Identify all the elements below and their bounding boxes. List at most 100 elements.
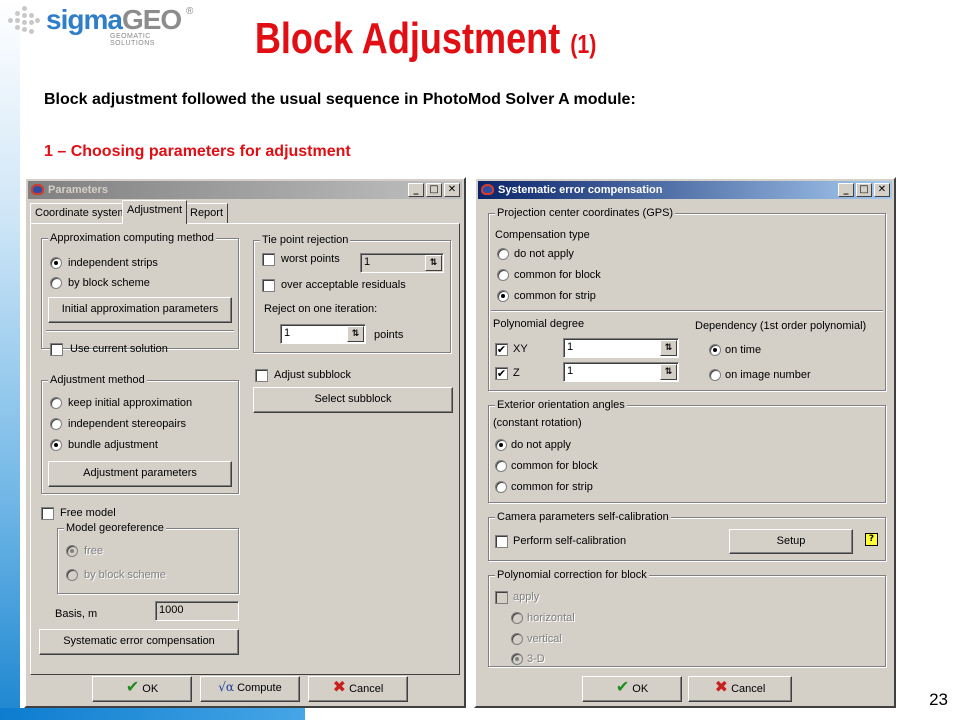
radio-on-time[interactable] — [709, 344, 721, 356]
radio-3d[interactable] — [511, 653, 523, 665]
adjustment-method-group: Adjustment method keep initial approxima… — [41, 374, 239, 494]
label-georef-free: free — [84, 545, 103, 557]
radio-by-block-scheme[interactable] — [50, 277, 62, 289]
cancel-button[interactable]: ✖ Cancel — [308, 676, 408, 702]
group-title: Model georeference — [64, 522, 166, 534]
radio-horizontal[interactable] — [511, 612, 523, 624]
minimize-button[interactable]: _ — [408, 183, 424, 197]
tie-point-rejection-group: Tie point rejection worst points ⇅ over … — [253, 234, 451, 353]
polynomial-correction-group: Polynomial correction for block apply ho… — [488, 569, 886, 667]
basis-input[interactable] — [159, 604, 209, 616]
maximize-button[interactable]: □ — [426, 183, 442, 197]
parameters-dialog: Parameters _ □ ✕ Coordinate system Adjus… — [24, 177, 466, 708]
radio-independent-strips[interactable] — [50, 257, 62, 269]
reject-iteration-field[interactable]: ⇅ — [280, 324, 366, 344]
label-3d: 3-D — [527, 653, 545, 665]
label-compensation-type: Compensation type — [495, 229, 590, 241]
checkmark-icon: ✔ — [125, 677, 140, 696]
model-georeference-group: Model georeference free by block scheme — [57, 522, 239, 594]
tab-report[interactable]: Report — [185, 203, 229, 223]
checkbox-apply[interactable] — [495, 591, 508, 604]
group-title: Adjustment method — [48, 374, 147, 386]
adjustment-parameters-button[interactable]: Adjustment parameters — [48, 461, 232, 487]
bottom-blue-band — [0, 708, 305, 720]
cancel-x-icon: ✖ — [714, 677, 729, 696]
maximize-button[interactable]: □ — [856, 183, 872, 197]
label-polynomial-degree: Polynomial degree — [493, 318, 585, 330]
sec-dialog: Systematic error compensation _ □ ✕ Proj… — [474, 177, 896, 708]
radio-gps-common-strip[interactable] — [497, 290, 509, 302]
minimize-button[interactable]: _ — [838, 183, 854, 197]
radio-vertical[interactable] — [511, 633, 523, 645]
checkbox-use-current-solution[interactable] — [50, 343, 63, 356]
close-button[interactable]: ✕ — [444, 183, 460, 197]
separator — [491, 310, 883, 312]
radio-independent-stereopairs[interactable] — [50, 418, 62, 430]
label-georef-block-scheme: by block scheme — [84, 569, 166, 581]
parameters-titlebar[interactable]: Parameters _ □ ✕ — [28, 181, 462, 199]
label-basis: Basis, m — [55, 608, 98, 620]
radio-gps-do-not-apply[interactable] — [497, 248, 509, 260]
tab-coordinate-system[interactable]: Coordinate system — [30, 203, 132, 223]
label-eo-common-block: common for block — [511, 460, 598, 472]
compute-button[interactable]: √α Compute — [200, 676, 300, 702]
xy-degree-input[interactable] — [567, 341, 636, 353]
sec-titlebar[interactable]: Systematic error compensation _ □ ✕ — [478, 181, 892, 199]
radio-eo-common-strip[interactable] — [495, 481, 507, 493]
setup-button[interactable]: Setup — [729, 529, 853, 554]
tab-adjustment[interactable]: Adjustment — [122, 200, 188, 224]
checkbox-adjust-subblock[interactable] — [255, 369, 268, 382]
label-vertical: vertical — [527, 633, 562, 645]
reject-iteration-input[interactable] — [284, 327, 335, 339]
radio-keep-initial[interactable] — [50, 397, 62, 409]
initial-approximation-button[interactable]: Initial approximation parameters — [48, 297, 232, 323]
checkbox-perform-self-calibration[interactable] — [495, 535, 508, 548]
radio-georef-block-scheme[interactable] — [66, 569, 78, 581]
radio-bundle-adjustment[interactable] — [50, 439, 62, 451]
gps-group: Projection center coordinates (GPS) Comp… — [488, 207, 886, 391]
label-horizontal: horizontal — [527, 612, 575, 624]
worst-points-input[interactable] — [364, 256, 414, 268]
label-independent-stereopairs: independent stereopairs — [68, 418, 187, 430]
radio-georef-free[interactable] — [66, 545, 78, 557]
spin-arrows-icon[interactable]: ⇅ — [425, 255, 442, 271]
xy-degree-field[interactable]: ⇅ — [563, 338, 679, 358]
page-number: 23 — [929, 690, 948, 709]
help-icon[interactable]: ? — [865, 533, 878, 546]
group-title: Tie point rejection — [260, 234, 351, 246]
checkbox-over-residuals[interactable] — [262, 279, 275, 292]
cancel-x-icon: ✖ — [332, 677, 347, 696]
spin-arrows-icon[interactable]: ⇅ — [660, 364, 677, 380]
checkbox-worst-points[interactable] — [262, 253, 275, 266]
checkbox-xy[interactable]: ✔ — [495, 343, 508, 356]
app-icon — [31, 184, 44, 195]
left-gradient-strip — [0, 0, 20, 720]
label-points: points — [374, 329, 404, 341]
worst-points-field[interactable]: ⇅ — [360, 253, 444, 273]
z-degree-input[interactable] — [567, 365, 636, 377]
radio-eo-do-not-apply[interactable] — [495, 439, 507, 451]
label-dependency: Dependency (1st order polynomial) — [695, 320, 867, 332]
select-subblock-button[interactable]: Select subblock — [253, 387, 453, 413]
z-degree-field[interactable]: ⇅ — [563, 362, 679, 382]
checkbox-free-model[interactable] — [41, 507, 54, 520]
checkbox-z[interactable]: ✔ — [495, 367, 508, 380]
spin-arrows-icon[interactable]: ⇅ — [660, 340, 677, 356]
ok-button[interactable]: ✔ OK — [92, 676, 192, 702]
spin-arrows-icon[interactable]: ⇅ — [347, 326, 364, 342]
label-reject-iteration: Reject on one iteration: — [264, 303, 378, 315]
sqrt-alpha-icon: √α — [218, 680, 235, 694]
radio-gps-common-block[interactable] — [497, 269, 509, 281]
radio-on-image-number[interactable] — [709, 369, 721, 381]
radio-eo-common-block[interactable] — [495, 460, 507, 472]
label-worst-points: worst points — [281, 253, 340, 265]
close-button[interactable]: ✕ — [874, 183, 890, 197]
systematic-error-compensation-button[interactable]: Systematic error compensation — [39, 629, 239, 655]
label-keep-initial: keep initial approximation — [68, 397, 193, 409]
basis-field[interactable] — [155, 601, 239, 621]
cancel-button[interactable]: ✖ Cancel — [688, 676, 792, 702]
step-heading: 1 – Choosing parameters for adjustment — [44, 143, 351, 160]
ok-button[interactable]: ✔ OK — [582, 676, 682, 702]
label-on-time: on time — [725, 344, 762, 356]
label-gps-do-not-apply: do not apply — [514, 248, 574, 260]
